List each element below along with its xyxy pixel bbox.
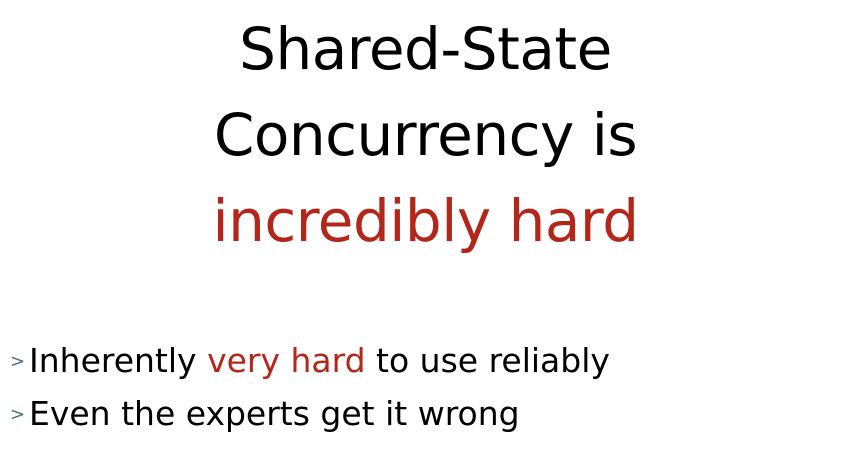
bullet-list: > Inherently very hard to use reliably >… [10, 334, 840, 440]
bullet-text-2: Even the experts get it wrong [29, 394, 520, 433]
slide-title: Shared-State Concurrency is incredibly h… [0, 6, 851, 264]
title-line-3-emphasis: incredibly hard [212, 187, 639, 255]
bullet-marker-icon: > [10, 404, 26, 425]
bullet-text-1-after: to use reliably [365, 341, 610, 380]
bullet-text-1-highlight: very hard [207, 341, 366, 380]
bullet-marker-icon: > [10, 351, 26, 372]
bullet-item-1: > Inherently very hard to use reliably [10, 334, 840, 387]
bullet-text-1: Inherently very hard to use reliably [29, 334, 610, 387]
title-line-1: Shared-State [239, 15, 612, 83]
bullet-text-1-before: Inherently [29, 341, 208, 380]
title-line-2: Concurrency is [213, 101, 638, 169]
slide: Shared-State Concurrency is incredibly h… [0, 0, 851, 449]
bullet-item-2: > Even the experts get it wrong [10, 387, 840, 440]
